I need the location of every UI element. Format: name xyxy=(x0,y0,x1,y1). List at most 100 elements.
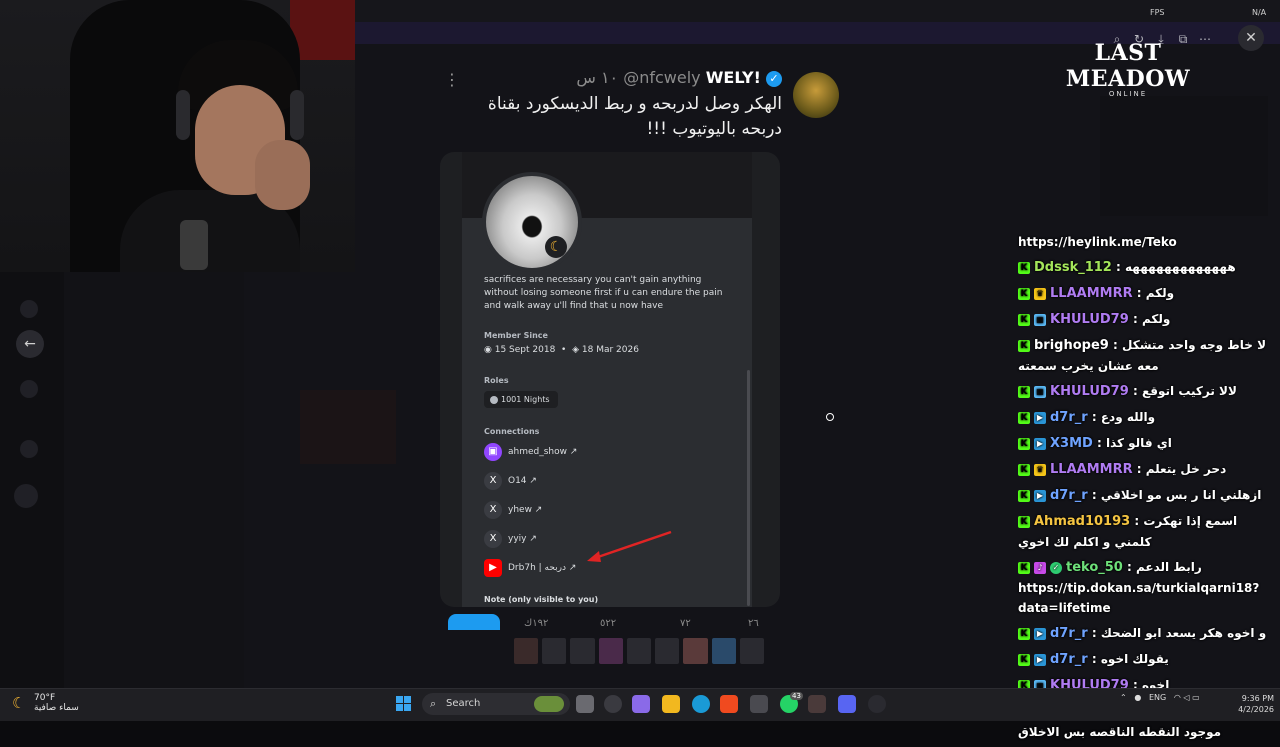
views-count[interactable]: ١٩٢ك xyxy=(524,618,548,629)
chat-username[interactable]: d7r_r xyxy=(1050,488,1088,503)
chat-separator: : xyxy=(1128,384,1142,398)
thumbnail[interactable] xyxy=(542,638,567,664)
thumbnail[interactable] xyxy=(711,638,736,664)
chat-separator: : xyxy=(1122,560,1137,574)
tweet-time: ١٠ س xyxy=(576,68,619,87)
app-icon[interactable] xyxy=(868,695,886,713)
clock-time: 9:36 PM xyxy=(1241,694,1274,703)
chat-username[interactable]: teko_50 xyxy=(1066,560,1123,575)
close-viewer-button[interactable]: ✕ xyxy=(1238,25,1264,51)
kick-badge-icon: K xyxy=(1018,627,1030,640)
reply-count[interactable]: ٢٦ xyxy=(748,618,759,629)
chat-username[interactable]: d7r_r xyxy=(1050,626,1088,641)
kick-badge-icon: K xyxy=(1018,385,1030,398)
thumbnail[interactable] xyxy=(514,638,539,664)
chat-username[interactable]: Ddssk_112 xyxy=(1034,260,1112,275)
language-indicator[interactable]: ENG xyxy=(1149,693,1166,702)
connection-row[interactable]: Xyhew ↗ xyxy=(484,495,734,524)
connection-row[interactable]: ▣ ahmed_show ↗ xyxy=(484,437,734,466)
tweet-more-icon[interactable]: ⋮ xyxy=(444,70,460,89)
profile-avatar xyxy=(482,172,582,272)
kick-badge-icon: K xyxy=(1018,313,1030,326)
chat-message: K ▦ KHULUD79 : ولكم xyxy=(1018,309,1270,330)
kick-badge-icon: K xyxy=(1018,561,1030,574)
start-button[interactable] xyxy=(396,696,412,712)
app-icon[interactable] xyxy=(604,695,622,713)
chevron-up-icon[interactable]: ⌃ xyxy=(1120,693,1127,702)
file-explorer-icon[interactable] xyxy=(662,695,680,713)
task-view-icon[interactable] xyxy=(576,695,594,713)
chat-text: ولكم xyxy=(1141,312,1171,326)
profile-scrollbar[interactable] xyxy=(747,370,750,606)
connection-row[interactable]: X O14 ↗ xyxy=(484,466,734,495)
thumbnail[interactable] xyxy=(598,638,623,664)
previous-image-button[interactable]: ← xyxy=(16,330,44,358)
taskbar-clock[interactable]: 9:36 PM 4/2/2026 xyxy=(1232,693,1274,715)
thumbnail[interactable] xyxy=(683,638,708,664)
member-since-server: 18 Mar 2026 xyxy=(581,345,639,355)
background-server-icon xyxy=(20,440,38,458)
temperature: 70°F xyxy=(34,693,56,703)
tweet-author-row: ١٠ س @nfcwely WELY! ✓ xyxy=(520,68,782,87)
background-image-card xyxy=(300,390,396,464)
streamer-hand xyxy=(255,140,310,210)
notification-badge: 43 xyxy=(790,692,803,700)
youtube-icon: ▶ xyxy=(484,558,502,577)
chat-message: K ▦ KHULUD79 : لالا تركيب اتوقع xyxy=(1018,381,1270,402)
chat-username[interactable]: KHULUD79 xyxy=(1050,384,1129,399)
system-tray: ⌃ ● ENG ◠ ◁ ▭ xyxy=(1120,693,1200,702)
chat-username[interactable]: brighope9 xyxy=(1034,338,1109,353)
chat-username[interactable]: LLAAMMRR xyxy=(1050,462,1133,477)
edge-icon[interactable] xyxy=(692,695,710,713)
tweet-display-name[interactable]: WELY! xyxy=(706,68,761,87)
chat-message: K ▶ d7r_r : و اخوه هكر يسعد ابو الضحك xyxy=(1018,623,1270,644)
chat-username[interactable]: d7r_r xyxy=(1050,652,1088,667)
chat-message: K ♪ ✓ teko_50 : رابط الدعم https://tip.doka… xyxy=(1018,557,1270,618)
mic-icon[interactable]: ● xyxy=(1134,693,1141,702)
thumbnail[interactable] xyxy=(655,638,680,664)
repost-count[interactable]: ٧٢ xyxy=(680,618,691,629)
taskbar-search[interactable]: ⌕ Search xyxy=(422,693,570,715)
volume-icon[interactable]: ◁ xyxy=(1183,693,1189,702)
tweet-handle[interactable]: @nfcwely xyxy=(623,68,700,87)
thumbnail[interactable] xyxy=(626,638,652,664)
member-since-discord: 15 Sept 2018 xyxy=(494,345,556,355)
chat-username[interactable]: KHULUD79 xyxy=(1050,312,1129,327)
thumbnail[interactable] xyxy=(570,638,595,664)
kick-badge-icon: K xyxy=(1018,287,1030,300)
discord-icon[interactable] xyxy=(838,695,856,713)
thumbnail[interactable] xyxy=(739,638,764,664)
network-icon[interactable]: ◠ xyxy=(1174,693,1181,702)
roles-label: Roles xyxy=(484,376,509,385)
app-icon[interactable] xyxy=(808,695,826,713)
check-badge-icon: ✓ xyxy=(1050,561,1062,574)
like-count[interactable]: ٥٢٢ xyxy=(600,618,616,629)
chat-text: لالا تركيب اتوقع xyxy=(1141,384,1237,398)
chat-text: هههههههههههههه xyxy=(1125,260,1236,274)
kick-badge-icon: K xyxy=(1018,261,1030,274)
chat-username[interactable]: Ahmad10193 xyxy=(1034,514,1130,529)
chat-username[interactable]: X3MD xyxy=(1050,436,1093,451)
arrow-badge-icon: ▶ xyxy=(1034,437,1046,450)
x-icon: X xyxy=(484,471,502,490)
chat-separator: : xyxy=(1132,286,1146,300)
copilot-icon[interactable] xyxy=(632,695,650,713)
crown-badge-icon: ♛ xyxy=(1034,463,1046,476)
tweet-author-avatar[interactable] xyxy=(793,72,839,118)
chat-username[interactable]: LLAAMMRR xyxy=(1050,286,1133,301)
chat-message: K Ahmad10193 : اسمع إذا تهكرت كلمني و اكل… xyxy=(1018,511,1270,552)
blue-tab xyxy=(448,614,500,630)
store-icon[interactable] xyxy=(750,695,768,713)
battery-icon[interactable]: ▭ xyxy=(1192,693,1200,702)
weather-widget[interactable]: 70°F سماء صافية xyxy=(12,693,79,713)
chat-separator: : xyxy=(1130,514,1144,528)
chat-text: دحر خل يتعلم xyxy=(1145,462,1227,476)
chat-separator: : xyxy=(1108,338,1122,352)
chat-username[interactable]: d7r_r xyxy=(1050,410,1088,425)
search-highlight-image xyxy=(534,696,564,712)
background-titlebar xyxy=(355,0,1280,22)
chat-separator: : xyxy=(1092,436,1106,450)
brave-icon[interactable] xyxy=(720,695,738,713)
arrow-badge-icon: ▶ xyxy=(1034,627,1046,640)
microphone xyxy=(180,220,208,270)
